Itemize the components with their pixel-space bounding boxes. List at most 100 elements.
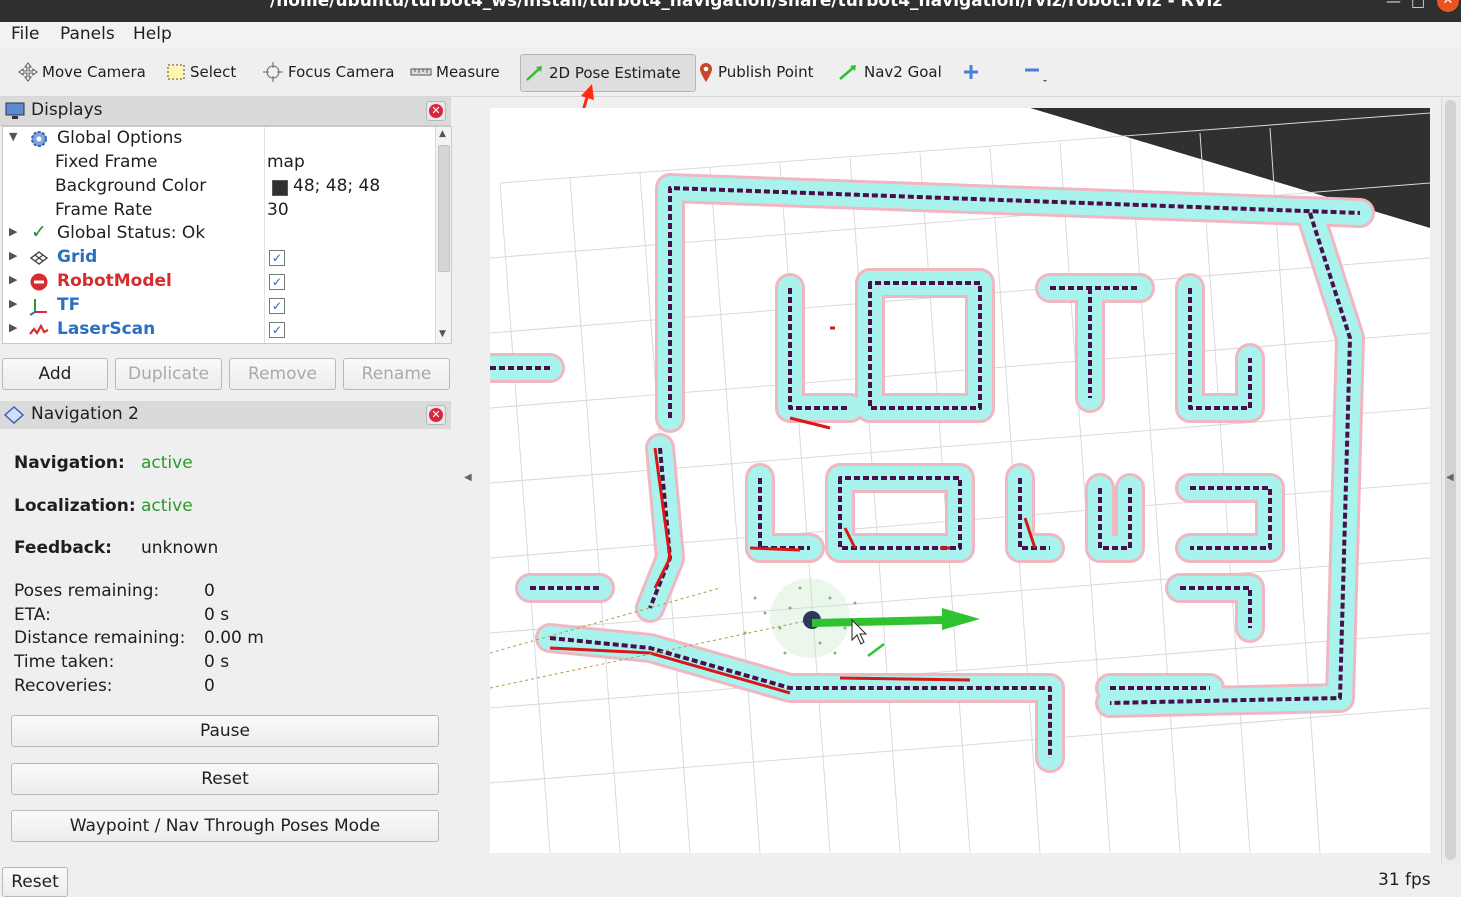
collapse-arrow-icon[interactable]: ▶ [9,249,17,262]
gear-icon [31,131,47,147]
collapse-right-icon[interactable]: ◀ [1446,472,1454,483]
tree-row-background-color[interactable]: Background Color 48; 48; 48 [3,175,433,199]
focus-camera-icon [263,62,283,82]
robotmodel-checkbox[interactable]: ✓ [269,274,285,290]
expand-arrow-icon[interactable]: ▼ [9,130,17,143]
select-tool[interactable]: Select [166,54,236,90]
background-color-label: Background Color [55,176,207,196]
panel-splitter[interactable]: ◀ [452,98,488,864]
rename-button[interactable]: Rename [343,358,450,390]
window-titlebar: /home/ubuntu/turbot4_ws/install/turbot4_… [0,0,1461,22]
time-taken-value: 0 s [204,652,230,672]
global-options-label: Global Options [57,128,183,148]
localization-status-label: Localization: [14,496,136,516]
nav-reset-button[interactable]: Reset [11,763,439,795]
displays-close-button[interactable]: ✕ [426,101,446,121]
menu-bar: File Panels Help [0,22,1461,48]
nav2-goal-tool[interactable]: Nav2 Goal [838,54,942,90]
menu-file[interactable]: File [11,24,39,44]
displays-tree: ▼ Global Options Fixed Frame map Backgro… [2,126,452,344]
window-close-icon[interactable]: ✕ [1437,0,1459,12]
remove-button[interactable]: Remove [229,358,336,390]
pause-button[interactable]: Pause [11,715,439,747]
collapse-arrow-icon[interactable]: ▶ [9,321,17,334]
tree-row-tf[interactable]: ▶ TF ✓ [3,294,433,318]
displays-title: Displays [31,100,103,120]
navigation-close-button[interactable]: ✕ [426,405,446,425]
add-tool-button[interactable] [962,54,984,90]
measure-tool[interactable]: Measure [410,54,500,90]
frame-rate-label: Frame Rate [55,200,153,220]
laserscan-icon [29,323,49,335]
minimize-icon[interactable]: — [1386,0,1401,10]
toolbar: Move Camera Select Focus Camera Measure … [0,50,1461,97]
navigation-panel-title: Navigation 2 [31,404,139,424]
color-swatch[interactable] [272,180,288,196]
menu-help[interactable]: Help [133,24,172,44]
time-taken-label: Time taken: [14,652,115,672]
grid-icon [29,251,49,265]
nav-diamond-icon [4,406,24,424]
waypoint-mode-button[interactable]: Waypoint / Nav Through Poses Mode [11,810,439,842]
viewport-side-panel[interactable]: ◀ [1441,98,1460,864]
recoveries-label: Recoveries: [14,676,113,696]
render-viewport[interactable] [490,108,1430,853]
remove-tool-button[interactable] [1022,54,1052,90]
tree-row-laserscan[interactable]: ▶ LaserScan ✓ [3,318,433,342]
scrollbar-thumb[interactable] [438,145,450,272]
tree-row-fixed-frame[interactable]: Fixed Frame map [3,151,433,175]
nav2-goal-label: Nav2 Goal [864,63,942,81]
add-display-button[interactable]: Add [2,358,108,390]
focus-camera-label: Focus Camera [288,63,395,81]
tree-row-global-options[interactable]: ▼ Global Options [3,127,433,151]
feedback-value: unknown [141,538,219,558]
laserscan-label: LaserScan [57,319,156,339]
background-color-value[interactable]: 48; 48; 48 [293,176,380,196]
publish-point-tool[interactable]: Publish Point [698,54,813,90]
grid-checkbox[interactable]: ✓ [269,250,285,266]
laserscan-checkbox[interactable]: ✓ [269,322,285,338]
move-camera-tool[interactable]: Move Camera [18,54,146,90]
close-icon: ✕ [429,408,443,422]
fps-readout: 31 fps [1378,870,1431,890]
error-icon [30,273,48,291]
tree-row-grid[interactable]: ▶ Grid ✓ [3,246,433,270]
minus-icon [1025,68,1047,82]
map-pin-icon [700,63,712,82]
robotmodel-label: RobotModel [57,271,172,291]
tf-checkbox[interactable]: ✓ [269,298,285,314]
select-label: Select [190,63,237,81]
focus-camera-tool[interactable]: Focus Camera [262,54,394,90]
fixed-frame-label: Fixed Frame [55,152,158,172]
duplicate-button[interactable]: Duplicate [115,358,222,390]
collapse-arrow-icon[interactable]: ▶ [9,273,17,286]
scroll-down-icon[interactable]: ▼ [439,329,446,339]
tree-scrollbar[interactable]: ▲ ▼ [435,127,451,343]
navigation-panel-header: Navigation 2 ✕ [0,401,451,430]
goal-arrow-icon [839,65,856,80]
eta-label: ETA: [14,605,51,625]
status-reset-button[interactable]: Reset [2,867,68,897]
collapse-arrow-icon[interactable]: ▶ [9,225,17,238]
navigation-status-label: Navigation: [14,453,125,473]
recoveries-value: 0 [204,676,215,696]
tf-axes-icon [29,299,47,316]
pose-estimate-tool[interactable]: 2D Pose Estimate [520,54,696,92]
collapse-left-icon[interactable]: ◀ [464,472,472,483]
tree-row-global-status[interactable]: ▶ ✓ Global Status: Ok [3,221,433,246]
tree-row-frame-rate[interactable]: Frame Rate 30 [3,199,433,223]
close-icon: ✕ [429,104,443,118]
poses-remaining-value: 0 [204,581,215,601]
menu-panels[interactable]: Panels [60,24,115,44]
localization-status-value: active [141,496,193,516]
feedback-label: Feedback: [14,538,112,558]
frame-rate-value[interactable]: 30 [267,200,289,220]
scroll-up-icon[interactable]: ▲ [439,129,446,139]
navigation-status-value: active [141,453,193,473]
tree-row-robotmodel[interactable]: ▶ RobotModel ✓ [3,270,433,294]
maximize-icon[interactable]: □ [1411,0,1425,10]
collapse-arrow-icon[interactable]: ▶ [9,297,17,310]
grid-label: Grid [57,247,98,267]
fixed-frame-value[interactable]: map [267,152,305,172]
plus-icon [964,65,978,79]
